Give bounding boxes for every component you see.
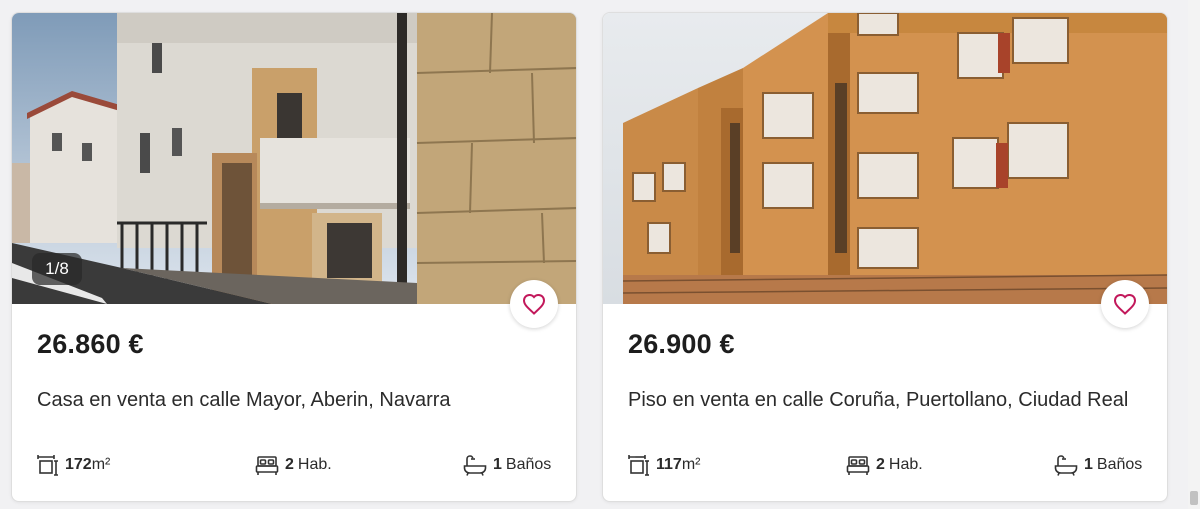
bathtub-icon bbox=[463, 455, 487, 476]
area-unit: m² bbox=[681, 456, 701, 473]
rooms-feature: 2 Hab. bbox=[255, 451, 332, 479]
area-feature: 117 m² bbox=[628, 451, 700, 479]
baths-feature: 1 Baños bbox=[1054, 451, 1142, 479]
area-icon bbox=[37, 455, 58, 476]
area-feature: 172 m² bbox=[37, 451, 110, 479]
area-icon bbox=[628, 455, 649, 476]
bathtub-icon bbox=[1054, 455, 1078, 476]
listing-title[interactable]: Piso en venta en calle Coruña, Puertolla… bbox=[628, 389, 1128, 412]
baths-value: 1 bbox=[493, 456, 502, 473]
photo-counter: 1/8 bbox=[32, 253, 82, 285]
heart-outline-icon bbox=[1113, 293, 1137, 315]
heart-outline-icon bbox=[522, 293, 546, 315]
rooms-value: 2 bbox=[876, 456, 885, 473]
listing-photo[interactable]: 1/8 bbox=[12, 13, 576, 304]
rooms-feature: 2 Hab. bbox=[846, 451, 923, 479]
baths-label: Baños bbox=[1096, 456, 1143, 473]
area-value: 117 bbox=[656, 456, 682, 473]
bed-icon bbox=[846, 456, 870, 475]
listing-title[interactable]: Casa en venta en calle Mayor, Aberin, Na… bbox=[37, 389, 451, 412]
bed-icon bbox=[255, 456, 279, 475]
listing-price[interactable]: 26.860 € bbox=[37, 329, 144, 360]
listing-card[interactable]: 26.900 € Piso en venta en calle Coruña, … bbox=[602, 12, 1168, 502]
listing-card[interactable]: 1/8 26.860 € Casa en venta en calle Mayo… bbox=[11, 12, 577, 502]
listing-features: 172 m² 2 Hab. 1 Baños bbox=[12, 451, 576, 479]
page-scrollbar[interactable] bbox=[1188, 0, 1200, 509]
listing-features: 117 m² 2 Hab. 1 Baños bbox=[603, 451, 1167, 479]
rooms-label: Hab. bbox=[297, 456, 332, 473]
baths-value: 1 bbox=[1084, 456, 1093, 473]
area-unit: m² bbox=[91, 456, 111, 473]
baths-label: Baños bbox=[505, 456, 552, 473]
listing-price[interactable]: 26.900 € bbox=[628, 329, 735, 360]
area-value: 172 bbox=[65, 456, 92, 473]
listing-photo[interactable] bbox=[603, 13, 1167, 304]
favorite-button[interactable] bbox=[510, 280, 558, 328]
baths-feature: 1 Baños bbox=[463, 451, 551, 479]
rooms-label: Hab. bbox=[888, 456, 923, 473]
favorite-button[interactable] bbox=[1101, 280, 1149, 328]
scrollbar-thumb[interactable] bbox=[1190, 491, 1198, 505]
rooms-value: 2 bbox=[285, 456, 294, 473]
